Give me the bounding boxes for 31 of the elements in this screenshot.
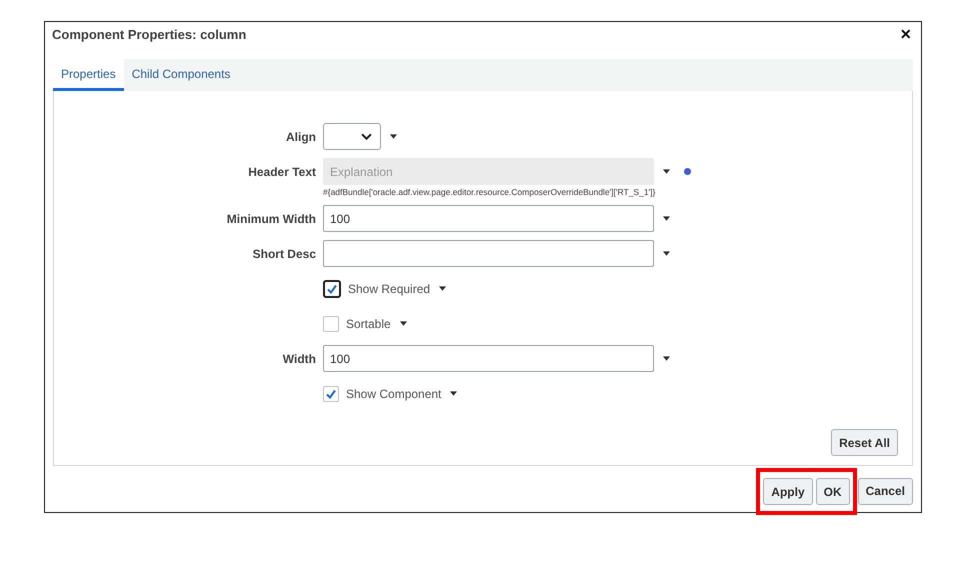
checkbox-label: Show Required (348, 282, 430, 296)
caret-icon[interactable] (663, 251, 670, 256)
checkbox[interactable] (323, 386, 339, 402)
caret-icon[interactable] (663, 169, 670, 174)
dialog-button[interactable]: Apply (763, 478, 813, 505)
chevron-down-icon[interactable] (361, 133, 372, 140)
checkbox-label: Show Component (346, 386, 442, 400)
dialog-button[interactable]: OK (816, 478, 850, 505)
input-field[interactable]: 100 (323, 345, 654, 372)
window-title: Component Properties: column (52, 26, 246, 42)
reset-all-button[interactable]: Reset All (831, 429, 898, 456)
expression-text: #{adfBundle['oracle.adf.view.page.editor.resource.ComposerOverrideBundle']['RT_S_1']} (323, 187, 656, 197)
caret-icon[interactable] (390, 134, 397, 139)
dialog-button[interactable]: Cancel (858, 478, 913, 504)
field-label: Header Text (248, 164, 316, 178)
caret-icon[interactable] (663, 356, 670, 361)
caret-icon[interactable] (400, 321, 407, 326)
field-label: Width (282, 352, 316, 366)
caret-icon[interactable] (663, 216, 670, 221)
tab[interactable]: Child Components (124, 59, 238, 91)
tab[interactable]: Properties (53, 59, 124, 91)
checkbox-label: Sortable (346, 316, 391, 330)
field-label: Align (286, 130, 316, 144)
input-field[interactable]: 100 (323, 205, 654, 232)
field-label: Minimum Width (226, 212, 316, 226)
checkbox[interactable] (323, 316, 339, 332)
field-label: Short Desc (252, 246, 316, 260)
caret-icon[interactable] (439, 286, 446, 291)
input-field[interactable] (323, 240, 654, 267)
close-button[interactable]: × (896, 25, 915, 43)
caret-icon[interactable] (450, 391, 458, 396)
